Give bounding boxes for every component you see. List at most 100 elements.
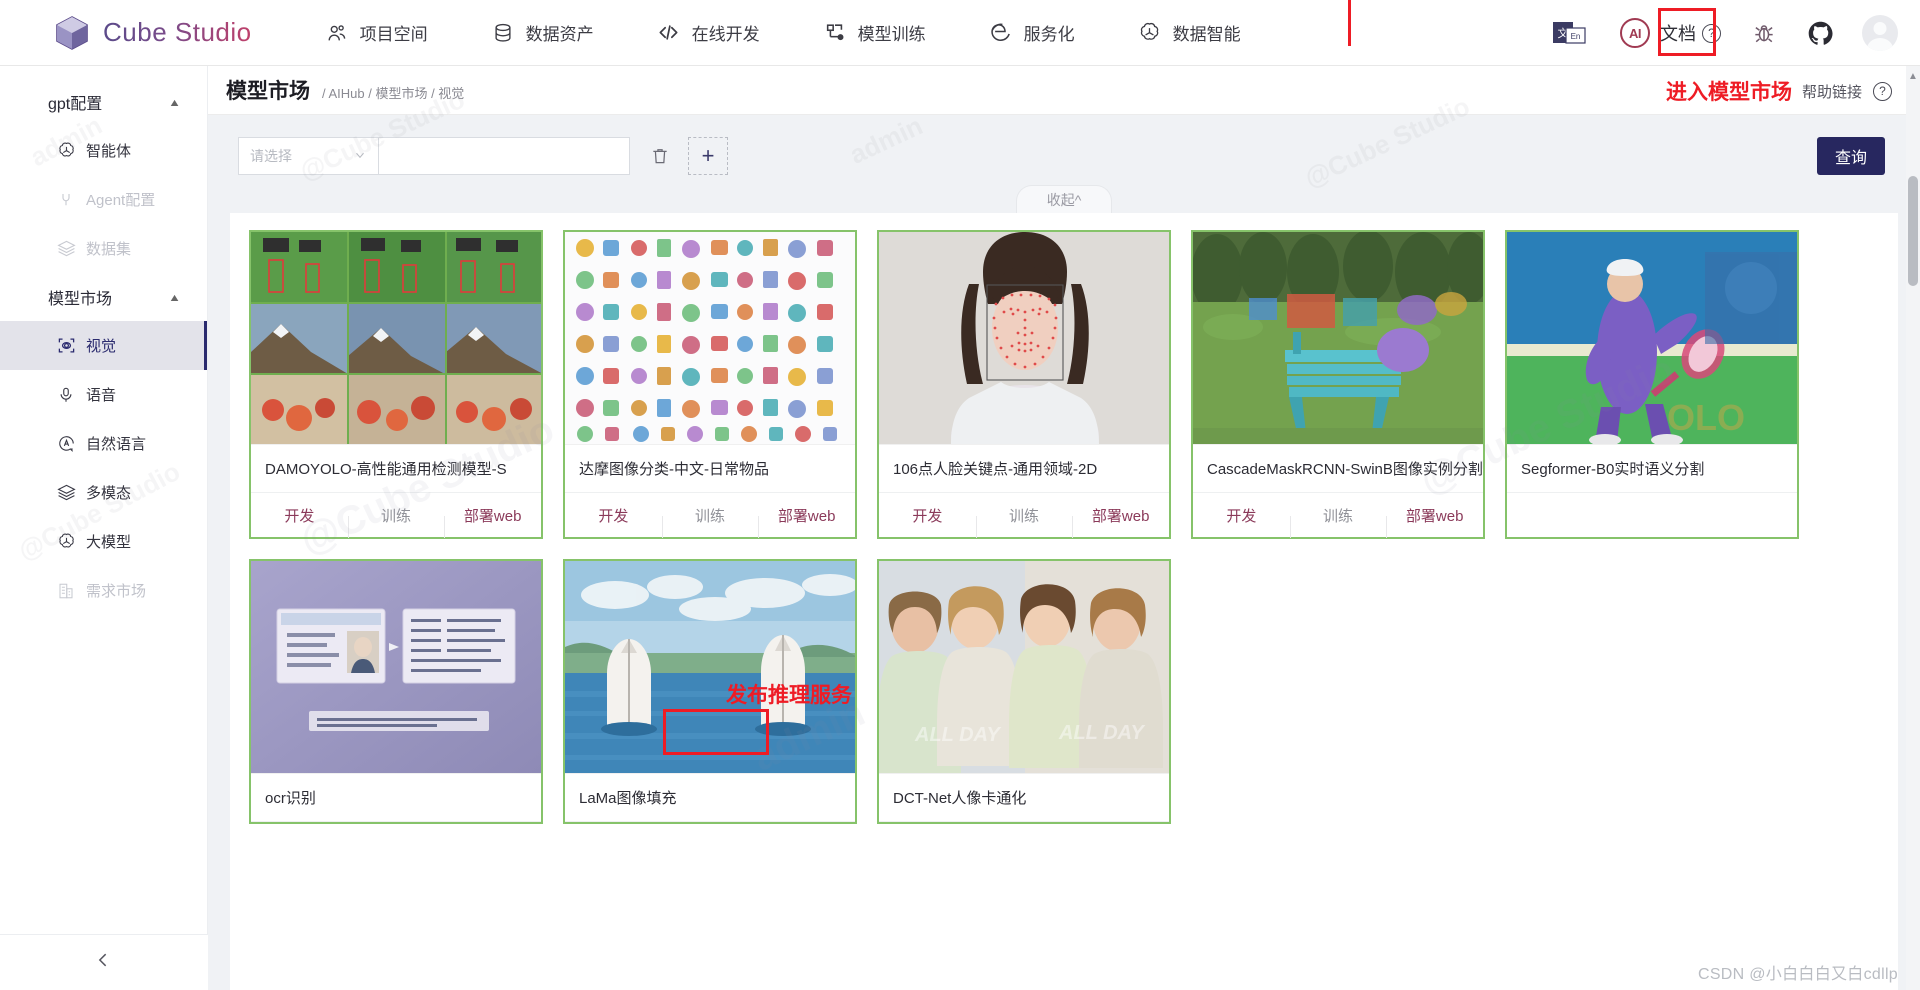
nav-item-data-assets[interactable]: 数据资产	[490, 20, 594, 46]
sidebar-item-label: 大模型	[86, 534, 132, 551]
sidebar-item-nlp[interactable]: 自然语言	[0, 419, 207, 468]
github-link[interactable]	[1807, 20, 1834, 47]
filter-row: 请选择 +	[208, 137, 1920, 175]
page-header-actions: 进入模型市场 帮助链接 ?	[1666, 76, 1892, 106]
filter-field-select[interactable]: 请选择	[238, 137, 378, 175]
card-action-deploy-web[interactable]: 部署web	[1386, 505, 1483, 538]
sidebar-item-label: 视觉	[86, 338, 117, 355]
chevron-left-icon	[94, 950, 114, 975]
card-action-develop[interactable]: 开发	[1193, 505, 1290, 526]
plug-icon	[56, 190, 76, 210]
question-mark-icon: ?	[1873, 81, 1892, 101]
nav-item-data-intelligence[interactable]: 数据智能	[1137, 20, 1241, 46]
letter-a-circle-icon	[56, 434, 76, 454]
model-card[interactable]: LaMa图像填充	[563, 559, 857, 824]
cube-logo-icon	[55, 15, 89, 51]
users-icon	[324, 20, 350, 46]
sidebar-item-demand-market[interactable]: 需求市场	[0, 566, 207, 615]
sidebar-collapse-button[interactable]	[0, 934, 208, 990]
add-filter-button[interactable]: +	[688, 137, 728, 175]
card-title: Segformer-B0实时语义分割	[1507, 445, 1797, 493]
model-card[interactable]: ALL DAY ALL DAY DCT-Net人像卡通化	[877, 559, 1171, 824]
ai-assistant-button[interactable]: AI	[1620, 18, 1650, 48]
card-action-develop[interactable]: 开发	[251, 505, 348, 526]
card-action-train[interactable]: 训练	[661, 505, 759, 538]
model-card[interactable]: CascadeMaskRCNN-SwinB图像实例分割 开发 训练 部署web	[1191, 230, 1485, 539]
mic-icon	[56, 385, 76, 405]
sidebar-item-dataset[interactable]: 数据集	[0, 224, 207, 273]
filter-collapse-toggle[interactable]: 收起^	[1016, 185, 1112, 213]
scan-eye-icon	[56, 336, 76, 356]
sidebar-item-label: 语音	[86, 387, 117, 404]
card-action-develop[interactable]: 开发	[879, 505, 976, 526]
sidebar-group-gpt-config[interactable]: gpt配置 ▲	[0, 78, 207, 126]
card-thumbnail-instance-segmentation	[1193, 232, 1483, 445]
openai-icon	[56, 532, 76, 552]
sidebar-item-label: Agent配置	[86, 192, 156, 209]
doc-link[interactable]: 文档 ?	[1650, 20, 1721, 46]
top-nav-items: 项目空间 数据资产 在线开发 模型训练 服务化 数据智能	[324, 20, 1303, 46]
nav-item-model-training[interactable]: 模型训练	[822, 20, 926, 46]
sidebar-item-llm[interactable]: 大模型	[0, 517, 207, 566]
card-action-develop[interactable]: 开发	[565, 505, 662, 526]
help-link[interactable]: 帮助链接 ?	[1802, 81, 1892, 102]
card-action-deploy-web[interactable]: 部署web	[444, 505, 541, 538]
code-icon	[656, 20, 682, 46]
sidebar-item-speech[interactable]: 语音	[0, 370, 207, 419]
card-thumbnail-portrait-cartoon: ALL DAY ALL DAY	[879, 561, 1169, 774]
svg-text:ALL DAY: ALL DAY	[1058, 722, 1145, 744]
card-action-train[interactable]: 训练	[975, 505, 1073, 538]
model-card[interactable]: 106点人脸关键点-通用领域-2D 开发 训练 部署web	[877, 230, 1171, 539]
model-card[interactable]: ocr识别	[249, 559, 543, 824]
delete-filter-button[interactable]	[650, 146, 670, 166]
card-actions: 开发 训练 部署web	[879, 493, 1169, 538]
nav-label: 模型训练	[857, 25, 926, 44]
card-actions: 开发 训练 部署web	[565, 493, 855, 538]
sidebar-group-label: gpt配置	[48, 96, 103, 113]
sidebar-item-vision[interactable]: 视觉	[0, 321, 207, 370]
sidebar-item-label: 数据集	[86, 241, 132, 258]
card-action-train[interactable]: 训练	[347, 505, 445, 538]
card-action-train[interactable]: 训练	[1289, 505, 1387, 538]
card-action-deploy-web[interactable]: 部署web	[758, 505, 855, 538]
model-card[interactable]: 达摩图像分类-中文-日常物品 开发 训练 部署web	[563, 230, 857, 539]
filter-value-input[interactable]	[378, 137, 630, 175]
page-title: 模型市场	[226, 80, 310, 103]
card-title: 106点人脸关键点-通用领域-2D	[879, 445, 1169, 493]
brand-name: Cube Studio	[103, 17, 252, 47]
chevron-up-icon: ▲	[168, 96, 181, 108]
model-card[interactable]: OLO Segformer-B0实时语义分割	[1505, 230, 1799, 539]
nav-label: 数据智能	[1172, 25, 1241, 44]
layers-icon	[56, 483, 76, 503]
query-button[interactable]: 查询	[1817, 137, 1885, 175]
user-avatar[interactable]	[1862, 15, 1898, 51]
card-thumbnail-object-detection	[251, 232, 541, 445]
svg-text:En: En	[1571, 32, 1581, 41]
workflow-icon	[822, 20, 848, 46]
sidebar-item-multimodal[interactable]: 多模态	[0, 468, 207, 517]
card-title: DAMOYOLO-高性能通用检测模型-S	[251, 445, 541, 493]
sidebar-item-agent-config[interactable]: Agent配置	[0, 175, 207, 224]
database-icon	[490, 20, 516, 46]
page-scrollbar[interactable]: ▲	[1906, 66, 1920, 990]
scrollbar-thumb[interactable]	[1908, 176, 1918, 286]
card-actions: 开发 训练 部署web	[251, 493, 541, 538]
nav-item-online-dev[interactable]: 在线开发	[656, 20, 760, 46]
bug-report-button[interactable]	[1751, 20, 1777, 46]
translate-icon[interactable]: 文 En	[1552, 19, 1594, 47]
sidebar-item-label: 多模态	[86, 485, 132, 502]
sidebar-group-model-market[interactable]: 模型市场 ▲	[0, 273, 207, 321]
nav-item-project-space[interactable]: 项目空间	[324, 20, 428, 46]
enter-market-annotation: 进入模型市场	[1665, 81, 1792, 104]
sidebar: admin @Cube Studio gpt配置 ▲ 智能体 Agent配置 数…	[0, 66, 208, 990]
sidebar-item-label: 自然语言	[86, 436, 147, 453]
scroll-up-arrow-icon[interactable]: ▲	[1906, 68, 1920, 84]
sidebar-item-agent[interactable]: 智能体	[0, 126, 207, 175]
layers-icon	[56, 239, 76, 259]
nav-label: 项目空间	[359, 25, 428, 44]
model-cards-area: @Cube Studio admin @Cube Studio	[230, 213, 1898, 990]
card-action-deploy-web[interactable]: 部署web	[1072, 505, 1169, 538]
model-card[interactable]: DAMOYOLO-高性能通用检测模型-S 开发 训练 部署web	[249, 230, 543, 539]
brand-logo-area[interactable]: Cube Studio	[55, 15, 252, 51]
nav-item-serving[interactable]: 服务化	[988, 20, 1075, 46]
